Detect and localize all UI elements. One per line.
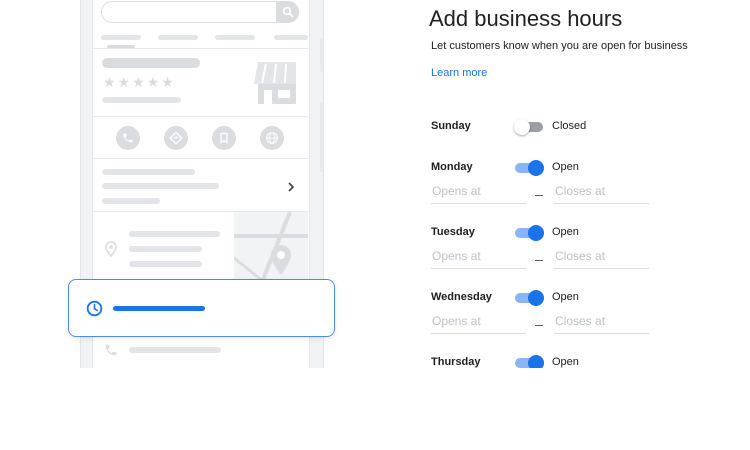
divider [93, 158, 308, 159]
status-monday: Open [552, 161, 579, 173]
learn-more-link[interactable]: Learn more [431, 67, 487, 79]
mockup-text-line [129, 231, 220, 237]
divider [93, 48, 308, 49]
chevron-right-icon [287, 180, 295, 192]
closes-at-tuesday[interactable]: Closes at [554, 249, 649, 269]
day-label-thursday: Thursday [431, 356, 481, 368]
location-pin-icon [105, 241, 117, 258]
page-subtitle: Let customers know when you are open for… [431, 40, 688, 52]
status-sunday: Closed [552, 120, 587, 132]
map-pin-icon [270, 244, 292, 276]
closes-at-wednesday[interactable]: Closes at [554, 314, 649, 334]
closes-at-monday[interactable]: Closes at [554, 184, 649, 204]
bookmark-icon [212, 126, 236, 150]
divider [93, 116, 308, 117]
opens-at-wednesday[interactable]: Opens at [431, 314, 526, 334]
mockup-text-line [129, 261, 202, 267]
opens-at-monday[interactable]: Opens at [431, 184, 526, 204]
phone-icon [104, 343, 118, 357]
phone-icon [116, 126, 140, 150]
toggle-tuesday[interactable] [515, 225, 545, 241]
mockup-text-line [102, 198, 160, 204]
page-background-footer [0, 368, 750, 450]
page-title: Add business hours [429, 6, 623, 31]
mockup-business-name [102, 58, 200, 68]
day-label-monday: Monday [431, 161, 473, 173]
mockup-category-line [102, 97, 181, 103]
mockup-search-bar [101, 1, 299, 23]
phone-side-button [320, 102, 323, 172]
time-range-dash [535, 260, 543, 261]
opens-at-tuesday[interactable]: Opens at [431, 249, 526, 269]
storefront-icon [250, 60, 298, 104]
mockup-tab-placeholder [274, 35, 308, 40]
mockup-tab-placeholder [101, 35, 141, 40]
time-range-dash [535, 325, 543, 326]
toggle-wednesday[interactable] [515, 290, 545, 306]
status-thursday: Open [552, 356, 579, 368]
time-range-dash [535, 195, 543, 196]
status-tuesday: Open [552, 226, 579, 238]
directions-icon [164, 126, 188, 150]
mockup-text-line [102, 183, 219, 189]
toggle-sunday[interactable] [514, 119, 545, 135]
phone-side-button [320, 38, 323, 72]
mockup-text-line [129, 347, 221, 353]
toggle-monday[interactable] [515, 160, 545, 176]
day-label-wednesday: Wednesday [431, 291, 492, 303]
mockup-tab-placeholder [215, 35, 255, 40]
day-label-tuesday: Tuesday [431, 226, 475, 238]
rating-stars: ★★★★★ [103, 75, 176, 91]
mockup-text-line [129, 246, 202, 252]
search-icon [276, 1, 299, 23]
globe-icon [260, 126, 284, 150]
day-label-sunday: Sunday [431, 120, 471, 132]
clock-icon [86, 300, 103, 317]
hours-placeholder-bar [113, 306, 205, 311]
status-wednesday: Open [552, 291, 579, 303]
mockup-text-line [102, 169, 195, 175]
mockup-tab-placeholder [158, 35, 198, 40]
